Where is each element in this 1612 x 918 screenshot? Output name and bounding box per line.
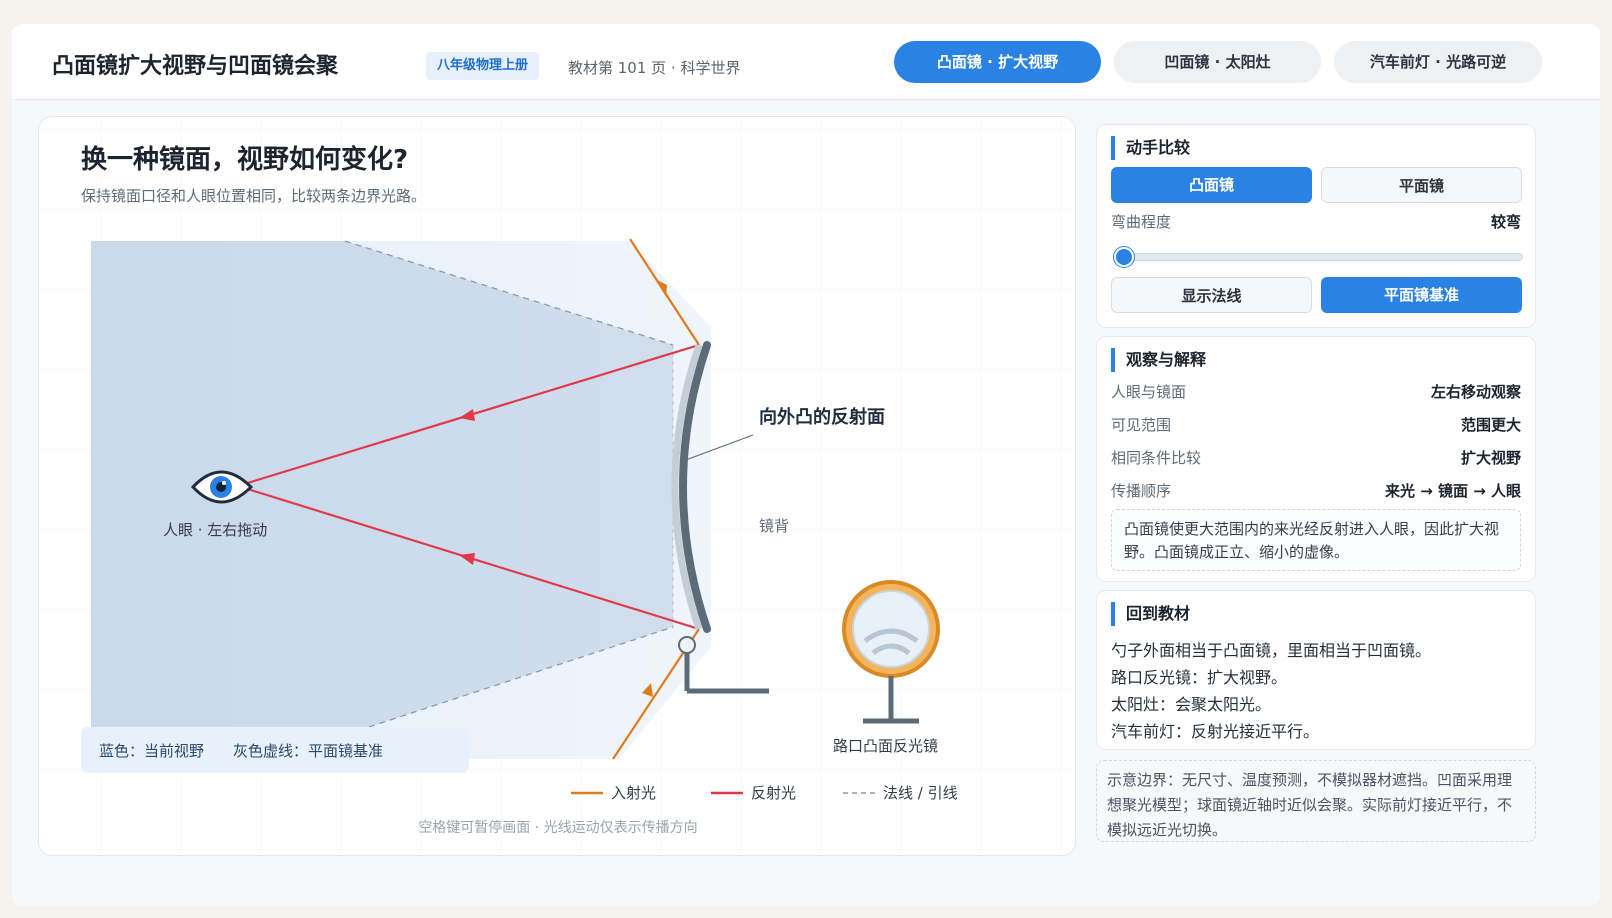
page-reference: 教材第 101 页 · 科学世界 (568, 59, 741, 77)
convex-mirror-button[interactable]: 凸面镜 (1111, 167, 1312, 203)
observe-row-value: 来光 → 镜面 → 人眼 (1384, 482, 1521, 500)
curvature-label: 弯曲程度 (1111, 213, 1172, 231)
tab-headlight[interactable]: 汽车前灯 · 光路可逆 (1334, 41, 1542, 83)
observe-note: 凸面镜使更大范围内的来光经反射进入人眼，因此扩大视野。凸面镜成正立、缩小的虚像。 (1111, 509, 1521, 571)
observe-row-label: 人眼与镜面 (1111, 383, 1187, 401)
observe-panel: 观察与解释 人眼与镜面 左右移动观察 可见范围 范围更大 相同条件比较 扩大视野… (1096, 336, 1536, 582)
legend-blue-text: 蓝色：当前视野 (99, 742, 205, 760)
observe-row-value: 范围更大 (1460, 416, 1521, 434)
tab-concave-mirror[interactable]: 凹面镜 · 太阳灶 (1114, 41, 1321, 83)
road-mirror-label: 路口凸面反光镜 (833, 737, 939, 755)
eye-label: 人眼 · 左右拖动 (163, 521, 268, 539)
show-normal-button[interactable]: 显示法线 (1111, 277, 1312, 313)
curvature-slider-thumb[interactable] (1114, 247, 1134, 267)
tab-convex-mirror[interactable]: 凸面镜 · 扩大视野 (894, 41, 1101, 83)
mirror-back-label: 镜背 (759, 517, 790, 535)
surface-label: 向外凸的反射面 (759, 407, 885, 428)
observe-row-value: 扩大视野 (1460, 449, 1521, 467)
legend-reflected-label: 反射光 (751, 784, 797, 802)
compare-panel-title: 动手比较 (1111, 136, 1190, 160)
legend-incident-label: 入射光 (611, 784, 657, 802)
observe-row-label: 传播顺序 (1111, 482, 1172, 500)
legend-normal-label: 法线 / 引线 (883, 784, 958, 802)
textbook-panel-title: 回到教材 (1111, 602, 1190, 626)
grade-badge: 八年级物理上册 (426, 52, 540, 80)
plane-mirror-button[interactable]: 平面镜 (1321, 167, 1522, 203)
curvature-value: 较弯 (1490, 213, 1521, 231)
stage-title: 换一种镜面，视野如何变化? (81, 145, 409, 175)
app-window: 凸面镜扩大视野与凹面镜会聚 八年级物理上册 教材第 101 页 · 科学世界 凸… (12, 24, 1600, 906)
textbook-panel: 回到教材 勺子外面相当于凸面镜，里面相当于凹面镜。 路口反光镜：扩大视野。 太阳… (1096, 590, 1536, 750)
simulation-stage: 换一种镜面，视野如何变化? 保持镜面口径和人眼位置相同，比较两条边界光路。 人眼… (38, 116, 1076, 856)
legend-gray-text: 灰色虚线：平面镜基准 (233, 742, 384, 760)
textbook-line: 汽车前灯：反射光接近平行。 (1111, 722, 1320, 741)
plane-baseline-button[interactable]: 平面镜基准 (1321, 277, 1522, 313)
mirror-pivot[interactable] (678, 636, 696, 654)
textbook-line: 太阳灶：会聚太阳光。 (1111, 695, 1272, 714)
app-title: 凸面镜扩大视野与凹面镜会聚 (52, 54, 339, 79)
compare-panel: 动手比较 凸面镜 平面镜 弯曲程度 较弯 显示法线 平面镜基准 (1096, 124, 1536, 328)
textbook-line: 勺子外面相当于凸面镜，里面相当于凹面镜。 (1111, 641, 1432, 660)
observe-row-value: 左右移动观察 (1430, 383, 1521, 401)
observe-row-label: 相同条件比较 (1111, 449, 1202, 467)
curvature-slider[interactable] (1119, 253, 1523, 261)
stage-footer: 空格键可暂停画面 · 光线运动仅表示传播方向 (418, 820, 698, 836)
stage-subtitle: 保持镜面口径和人眼位置相同，比较两条边界光路。 (81, 187, 427, 205)
top-bar: 凸面镜扩大视野与凹面镜会聚 八年级物理上册 教材第 101 页 · 科学世界 凸… (12, 24, 1600, 100)
disclaimer-note: 示意边界：无尺寸、温度预测，不模拟器材遮挡。凹面采用理想聚光模型；球面镜近轴时近… (1096, 760, 1536, 842)
observe-panel-title: 观察与解释 (1111, 348, 1206, 372)
textbook-line: 路口反光镜：扩大视野。 (1111, 668, 1288, 687)
observe-row-label: 可见范围 (1111, 416, 1172, 434)
view-legend: 蓝色：当前视野 灰色虚线：平面镜基准 (81, 727, 469, 773)
